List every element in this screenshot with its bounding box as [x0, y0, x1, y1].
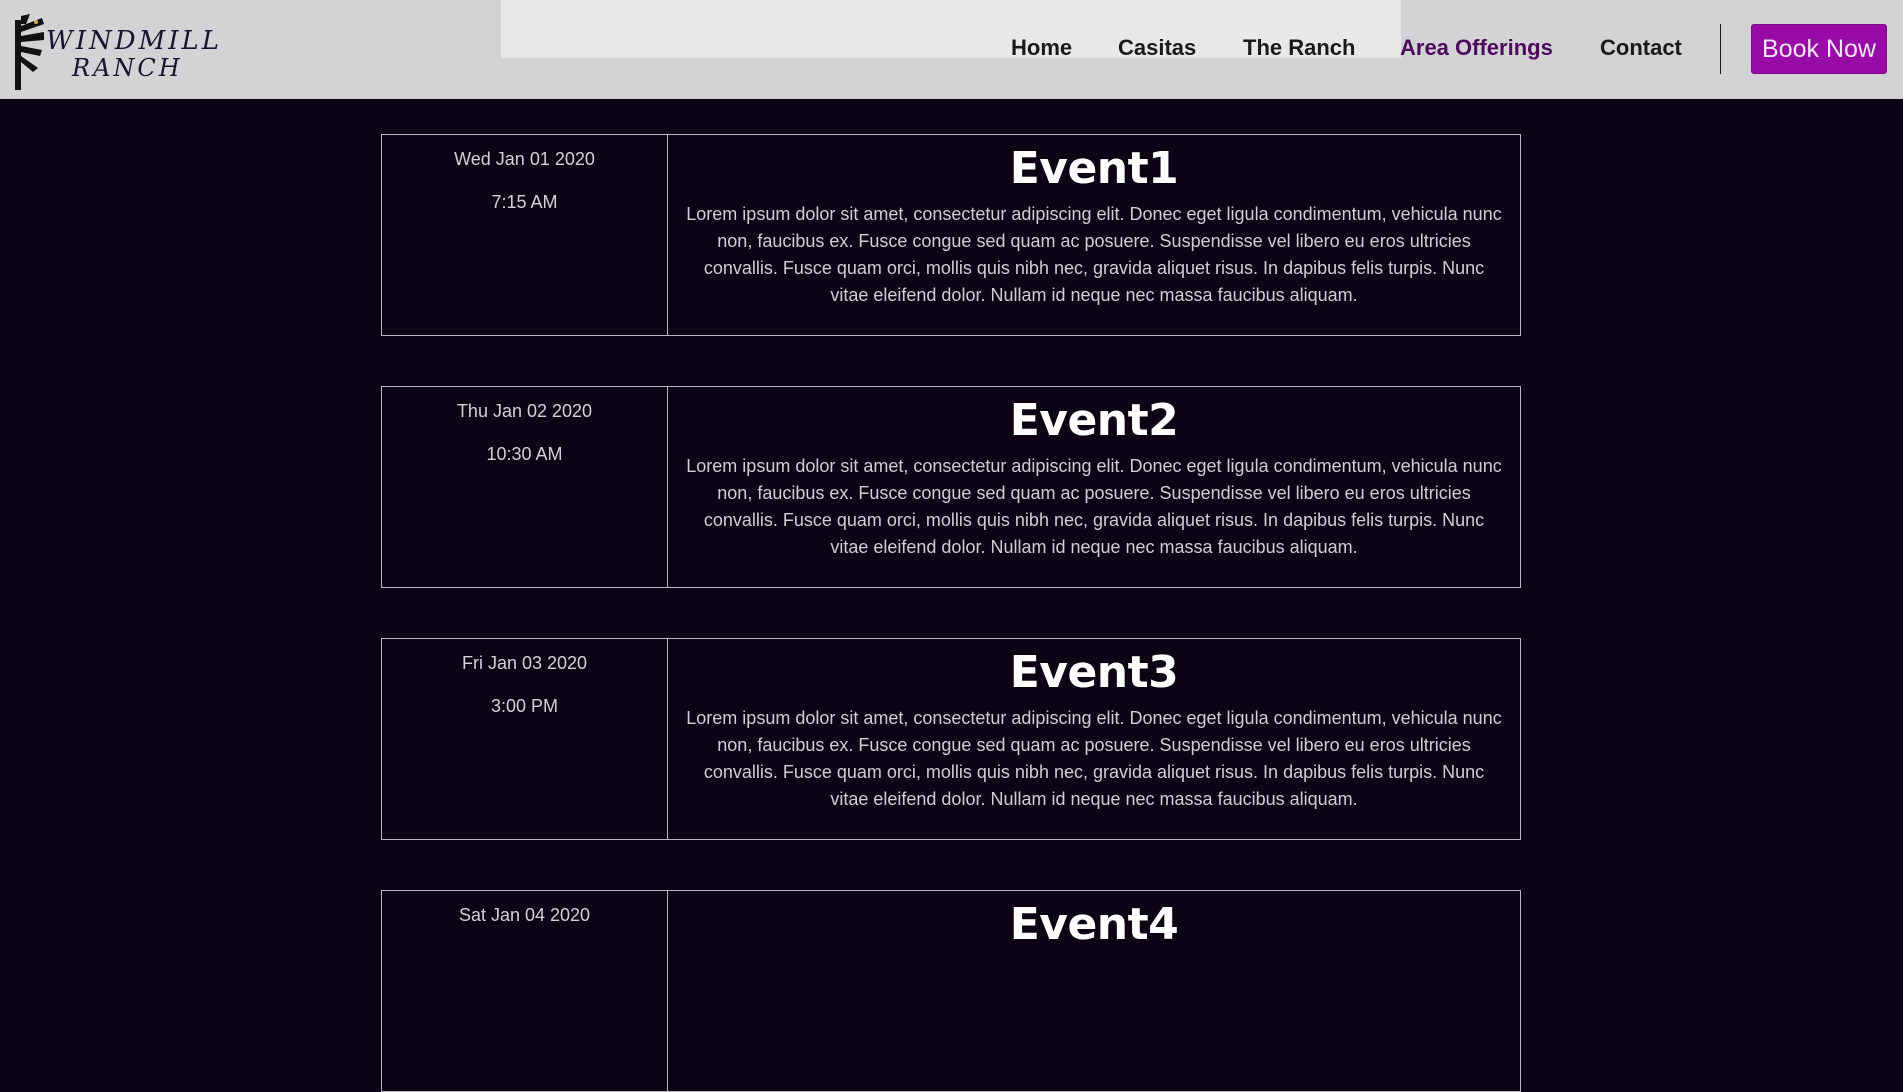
event-card: Thu Jan 02 2020 10:30 AM Event2 Lorem ip… [381, 386, 1521, 588]
event-day: Thu Jan 02 2020 [456, 401, 593, 421]
event-time: 10:30 AM [486, 444, 563, 464]
nav-divider [1720, 24, 1721, 74]
event-day: Wed Jan 01 2020 [454, 149, 595, 169]
nav-area-offerings[interactable]: Area Offerings [1400, 36, 1553, 60]
event-date-cell: Sat Jan 04 2020 [382, 891, 668, 1091]
main-nav: Home Casitas The Ranch Area Offerings Co… [0, 36, 1903, 60]
nav-casitas[interactable]: Casitas [1118, 36, 1196, 60]
nav-the-ranch[interactable]: The Ranch [1243, 36, 1355, 60]
nav-contact[interactable]: Contact [1600, 36, 1682, 60]
event-day: Fri Jan 03 2020 [461, 653, 588, 673]
event-title: Event1 [1009, 143, 1179, 194]
site-header: WINDMILL RANCH Home Casitas The Ranch Ar… [0, 0, 1903, 99]
event-time: 3:00 PM [490, 696, 559, 716]
event-date-cell: Fri Jan 03 2020 3:00 PM [382, 639, 668, 839]
event-body: Event2 Lorem ipsum dolor sit amet, conse… [668, 387, 1520, 587]
event-date-cell: Thu Jan 02 2020 10:30 AM [382, 387, 668, 587]
event-body: Event3 Lorem ipsum dolor sit amet, conse… [668, 639, 1520, 839]
event-time: 7:15 AM [491, 192, 558, 212]
event-description: Lorem ipsum dolor sit amet, consectetur … [686, 708, 1502, 809]
book-now-button[interactable]: Book Now [1751, 24, 1887, 74]
event-card: Fri Jan 03 2020 3:00 PM Event3 Lorem ips… [381, 638, 1521, 840]
event-title: Event3 [1009, 647, 1179, 698]
event-title: Event4 [1009, 899, 1179, 950]
event-title: Event2 [1009, 395, 1179, 446]
event-day: Sat Jan 04 2020 [458, 905, 591, 925]
nav-home[interactable]: Home [1011, 36, 1072, 60]
event-date-cell: Wed Jan 01 2020 7:15 AM [382, 135, 668, 335]
event-description: Lorem ipsum dolor sit amet, consectetur … [686, 456, 1502, 557]
event-description: Lorem ipsum dolor sit amet, consectetur … [686, 204, 1502, 305]
event-card: Sat Jan 04 2020 Event4 [381, 890, 1521, 1092]
event-card: Wed Jan 01 2020 7:15 AM Event1 Lorem ips… [381, 134, 1521, 336]
event-body: Event4 [668, 891, 1520, 1091]
event-body: Event1 Lorem ipsum dolor sit amet, conse… [668, 135, 1520, 335]
